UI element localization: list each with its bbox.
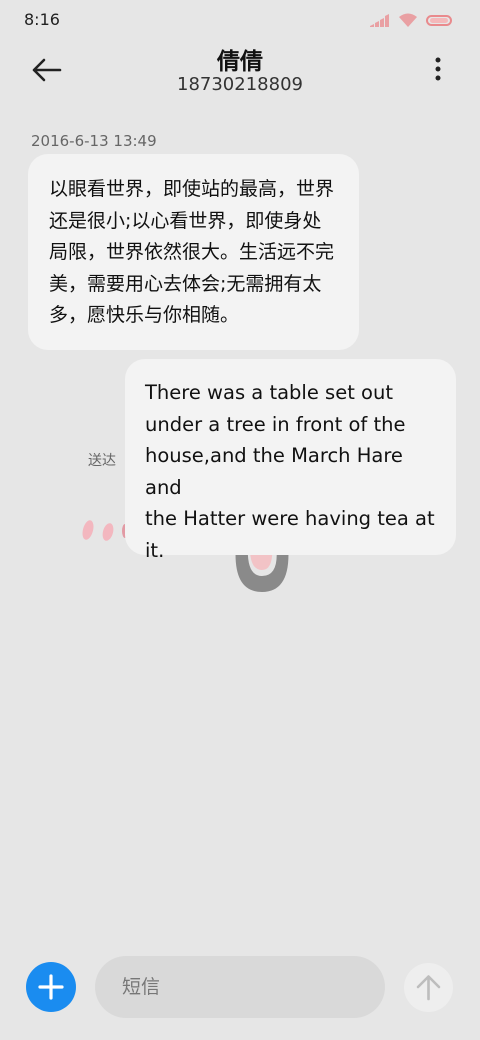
decorative-dots: [82, 520, 128, 541]
arrow-up-icon: [416, 975, 441, 1001]
delivery-status: 送达: [88, 453, 116, 469]
message-timestamp: 2016-6-13 13:49: [31, 132, 157, 150]
composer-bar: [0, 950, 480, 1026]
message-line: 局限，世界依然很大。生活远不完: [49, 241, 335, 263]
message-line: under a tree in front of the: [145, 412, 406, 436]
message-line: 还是很小;以心看世界，即使身处: [49, 209, 322, 232]
outgoing-message-bubble[interactable]: There was a table set out under a tree i…: [125, 359, 456, 562]
message-line: 以眼看世界，即使站的最高，世界: [49, 178, 335, 200]
message-line: house,and the March Hare and: [145, 444, 403, 499]
signal-icon: [370, 14, 389, 27]
phone-number: 18730218809: [177, 74, 303, 95]
wifi-icon: [399, 13, 417, 27]
message-line: the Hatter were having tea at: [145, 507, 435, 530]
add-attachment-button[interactable]: [26, 962, 76, 1012]
status-bar: 8:16: [0, 0, 480, 40]
send-button[interactable]: [404, 963, 453, 1012]
incoming-message-bubble[interactable]: 以眼看世界，即使站的最高，世界 还是很小;以心看世界，即使身处 局限，世界依然很…: [28, 154, 359, 350]
more-vertical-icon[interactable]: [430, 56, 446, 82]
message-line: There was a table set out: [145, 381, 393, 404]
plus-icon: [38, 974, 64, 1000]
message-line: it.: [145, 538, 165, 562]
message-input[interactable]: [95, 956, 385, 1018]
message-line: 多，愿快乐与你相随。: [49, 304, 240, 326]
contact-name: 倩倩: [217, 49, 263, 75]
message-line: 美，需要用心去体会;无需拥有太: [49, 272, 322, 295]
conversation-header: 倩倩 18730218809: [0, 40, 480, 108]
battery-icon: [426, 14, 452, 26]
status-time: 8:16: [24, 10, 60, 29]
status-icons: [370, 12, 452, 28]
